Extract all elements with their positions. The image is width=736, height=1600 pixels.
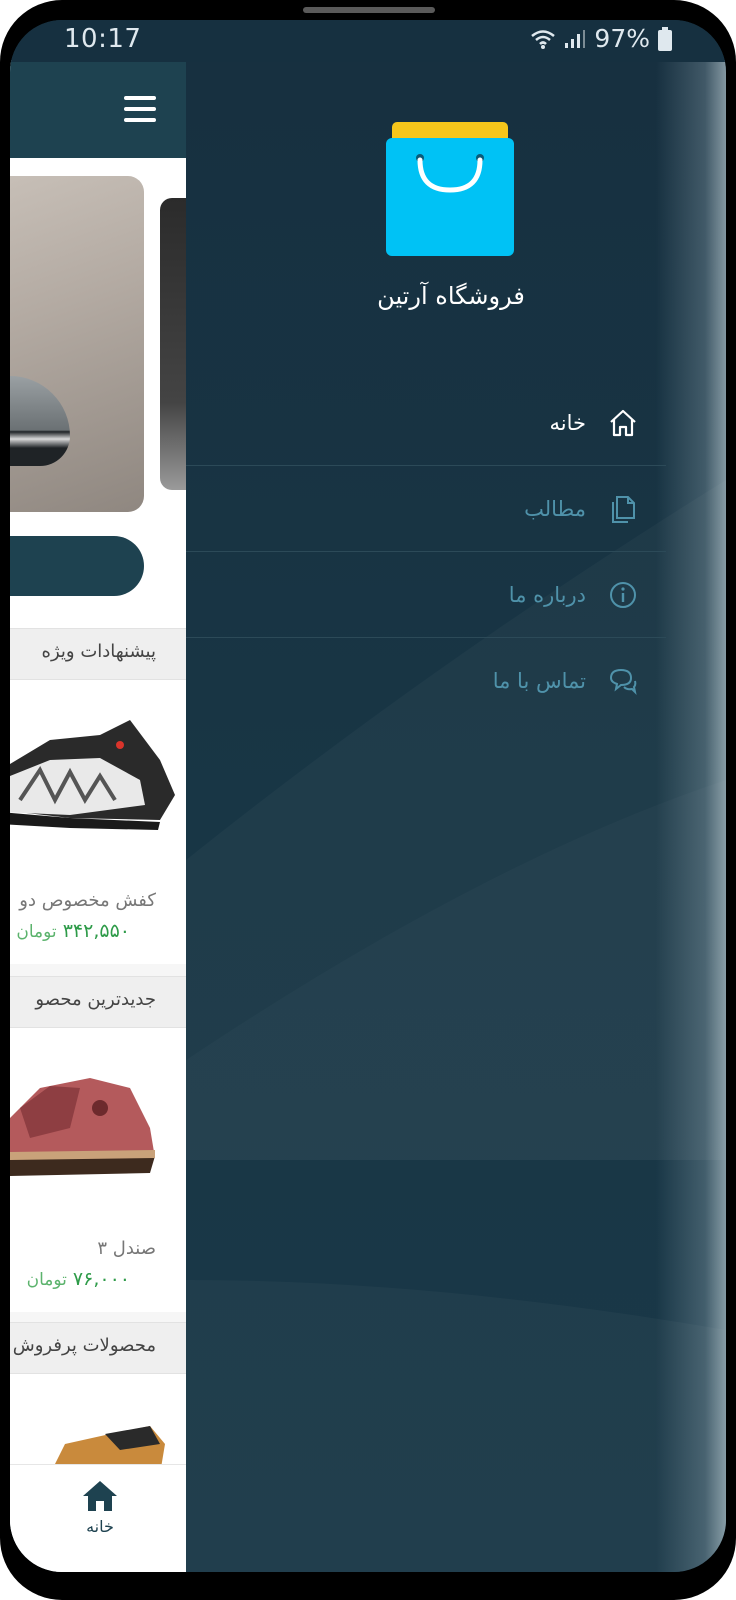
background-wave-bottom — [186, 1240, 726, 1572]
product-image-sandal — [10, 1078, 155, 1176]
home-icon — [610, 409, 636, 436]
product-card[interactable] — [10, 1374, 190, 1474]
documents-icon — [612, 495, 635, 523]
home-filled-icon — [83, 1481, 117, 1511]
nav-home-label: خانه — [86, 1517, 114, 1536]
drawer-item-label: مطالب — [524, 496, 586, 521]
status-indicators: 97% — [530, 24, 672, 53]
screen: 10:17 97% پیشنهادات ویژه کفش مخصوص دو ۳۴… — [10, 20, 726, 1572]
store-logo-bag-icon — [386, 122, 514, 256]
bottom-navigation: خانه — [10, 1464, 190, 1572]
battery-percent: 97% — [594, 24, 650, 53]
signal-icon — [565, 29, 586, 48]
section-title-bestselling[interactable]: محصولات پرفروش — [10, 1322, 190, 1374]
speaker-grille — [303, 7, 435, 13]
hamburger-menu-icon[interactable] — [124, 96, 156, 124]
status-time: 10:17 — [64, 24, 142, 54]
product-name: صندل ۳ — [97, 1238, 156, 1259]
store-name: فروشگاه آرتین — [377, 282, 525, 310]
drawer-item-contact[interactable]: تماس با ما — [186, 638, 666, 724]
section-title-newest[interactable]: جدیدترین محصو — [10, 976, 190, 1028]
battery-icon — [658, 26, 672, 51]
product-card[interactable]: صندل ۳ ۷۶,۰۰۰ تومان — [10, 1028, 190, 1312]
section-title-special[interactable]: پیشنهادات ویژه — [10, 628, 190, 680]
drawer-menu: خانه مطالب درباره ما تماس با ما — [186, 380, 666, 724]
chat-icon — [609, 668, 637, 696]
drawer-item-label: خانه — [549, 410, 586, 435]
info-icon — [610, 581, 636, 608]
app-header — [10, 60, 190, 158]
navigation-drawer: فروشگاه آرتین خانه مطالب درباره ما تماس … — [186, 60, 726, 1572]
product-price: ۳۴۲,۵۵۰ تومان — [16, 920, 130, 942]
banner-slide[interactable] — [10, 176, 144, 512]
product-name: کفش مخصوص دو — [19, 890, 156, 911]
screen-edge-shade — [656, 60, 726, 1572]
status-bar: 10:17 97% — [10, 20, 726, 62]
banner-button[interactable] — [10, 536, 144, 596]
banner-shoe-image — [10, 376, 70, 466]
nav-home-button[interactable]: خانه — [72, 1479, 128, 1559]
phone-frame: 10:17 97% پیشنهادات ویژه کفش مخصوص دو ۳۴… — [0, 0, 736, 1600]
main-app: پیشنهادات ویژه کفش مخصوص دو ۳۴۲,۵۵۰ توما… — [10, 60, 190, 1572]
product-price: ۷۶,۰۰۰ تومان — [26, 1268, 130, 1290]
banner-slider[interactable] — [10, 158, 190, 628]
wifi-icon — [531, 29, 556, 49]
drawer-item-articles[interactable]: مطالب — [186, 466, 666, 552]
drawer-item-home[interactable]: خانه — [186, 380, 666, 466]
drawer-item-label: درباره ما — [508, 582, 586, 607]
product-image-sneaker — [10, 720, 175, 830]
drawer-item-label: تماس با ما — [492, 669, 586, 693]
product-card[interactable]: کفش مخصوص دو ۳۴۲,۵۵۰ تومان — [10, 680, 190, 964]
drawer-item-about[interactable]: درباره ما — [186, 552, 666, 638]
